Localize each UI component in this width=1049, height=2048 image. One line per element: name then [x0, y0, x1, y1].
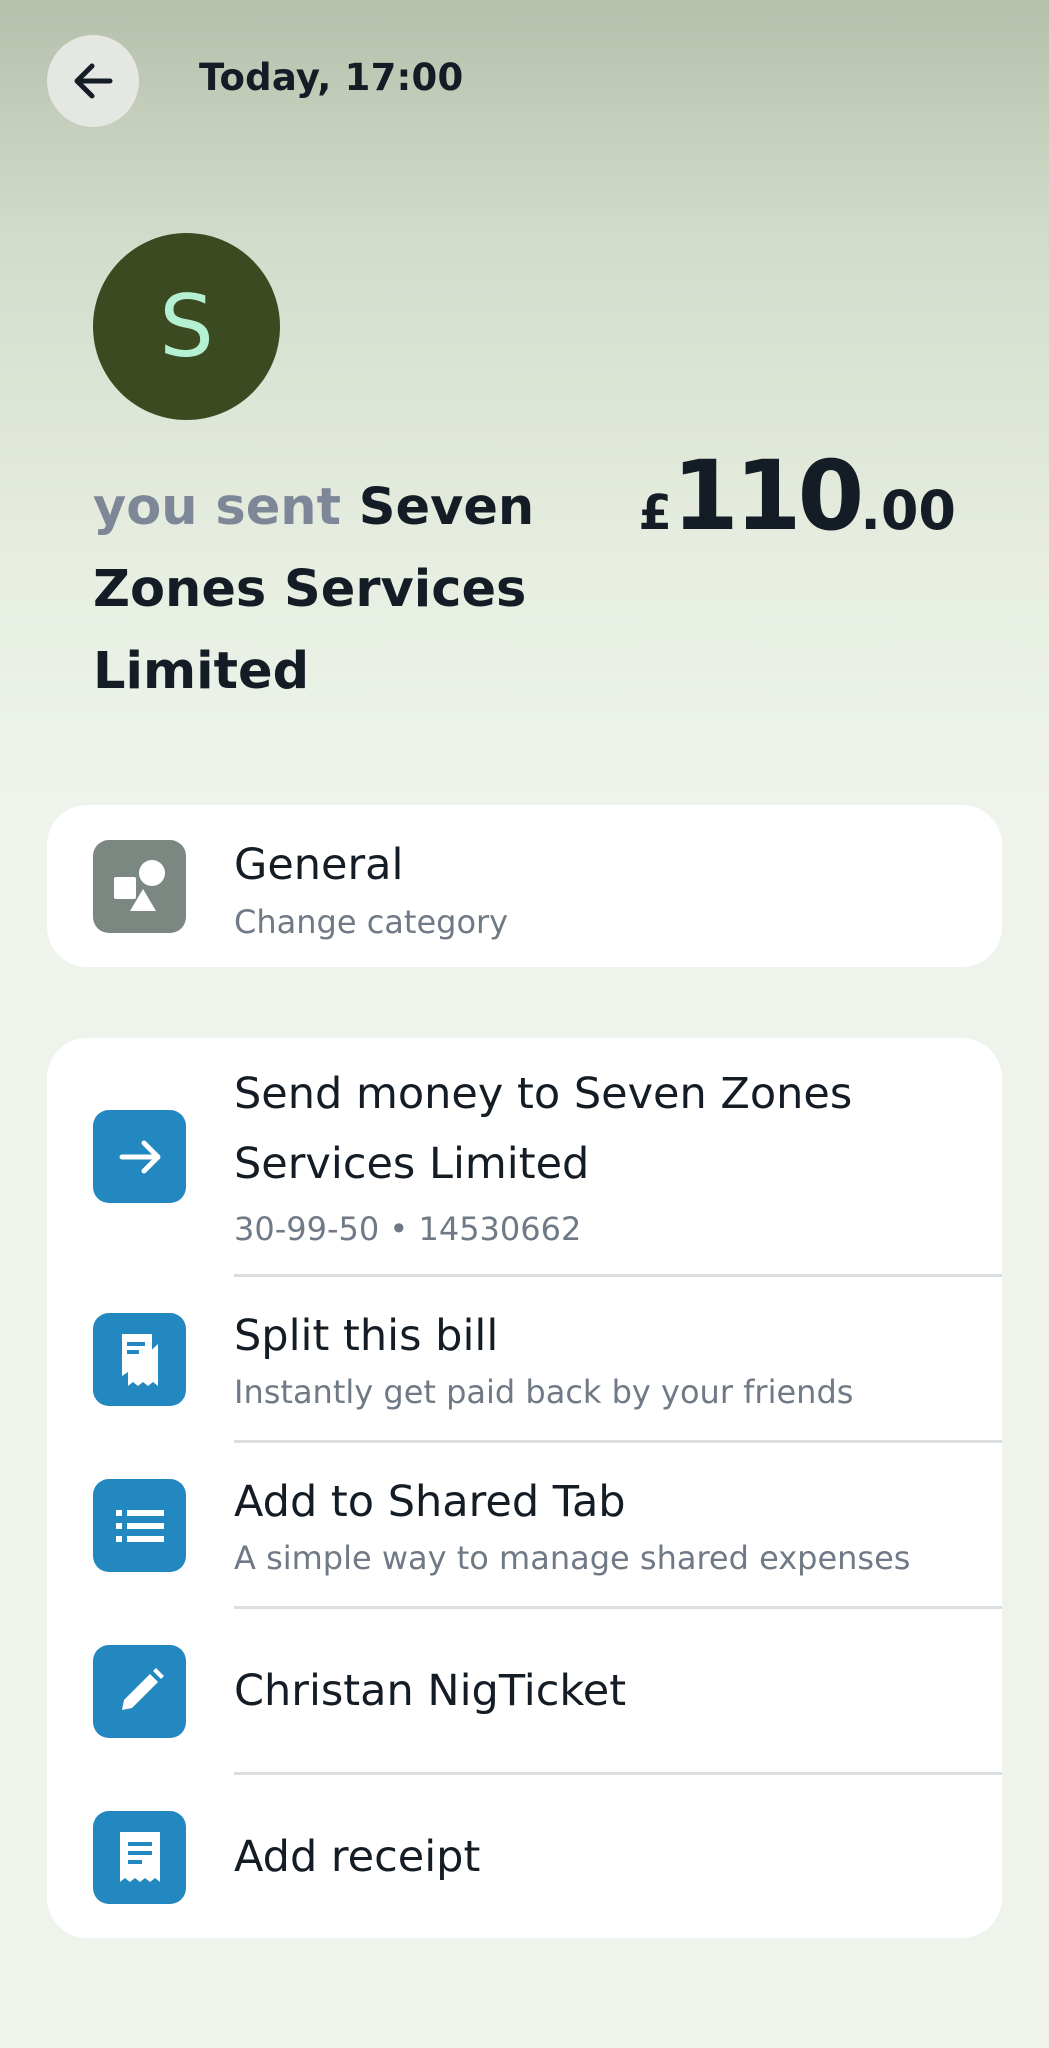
shared-tab-icon-box	[93, 1479, 186, 1572]
receipt-icon	[119, 1831, 160, 1882]
arrow-left-icon	[74, 63, 113, 99]
pencil-icon	[121, 1667, 164, 1710]
sort-code-account: 30-99-50 • 14530662	[234, 1210, 582, 1248]
shared-tab-subtitle: A simple way to manage shared expenses	[234, 1539, 911, 1577]
category-subtitle: Change category	[234, 903, 509, 941]
send-money-icon-box	[93, 1110, 186, 1203]
category-icon	[93, 840, 186, 933]
page-title: Today, 17:00	[199, 56, 464, 99]
send-money-title: Send money to Seven Zones Services Limit…	[234, 1069, 853, 1189]
top-bar: Today, 17:00	[0, 0, 1049, 165]
actions-card: Send money to Seven Zones Services Limit…	[47, 1038, 1002, 1938]
shared-tab-title: Add to Shared Tab	[234, 1477, 626, 1527]
divider	[234, 1606, 1002, 1609]
amount-decimal: .00	[860, 479, 956, 542]
divider	[234, 1440, 1002, 1443]
split-bill-title: Split this bill	[234, 1311, 499, 1361]
split-bill-icon-box	[93, 1313, 186, 1406]
transaction-amount: £ 110 .00	[639, 440, 956, 552]
avatar: S	[93, 233, 280, 420]
category-title: General	[234, 840, 404, 890]
receipt-icon-box	[93, 1811, 186, 1904]
add-receipt-title: Add receipt	[234, 1832, 481, 1882]
split-bill-icon	[121, 1333, 158, 1386]
note-title: Christan NigTicket	[234, 1666, 627, 1716]
note-icon-box	[93, 1645, 186, 1738]
divider	[234, 1274, 1002, 1277]
category-card[interactable]: General Change category	[47, 805, 1002, 967]
divider	[234, 1772, 1002, 1775]
avatar-letter: S	[159, 276, 214, 377]
amount-whole: 110	[671, 440, 864, 552]
headline-prefix: you sent	[93, 478, 341, 537]
arrow-right-icon	[119, 1140, 160, 1173]
list-icon	[115, 1509, 164, 1542]
shapes-icon	[113, 859, 165, 911]
split-bill-subtitle: Instantly get paid back by your friends	[234, 1373, 854, 1411]
amount-currency: £	[638, 485, 672, 541]
transaction-headline: you sent Seven Zones Services Limited	[93, 467, 553, 713]
back-button[interactable]	[47, 35, 139, 127]
